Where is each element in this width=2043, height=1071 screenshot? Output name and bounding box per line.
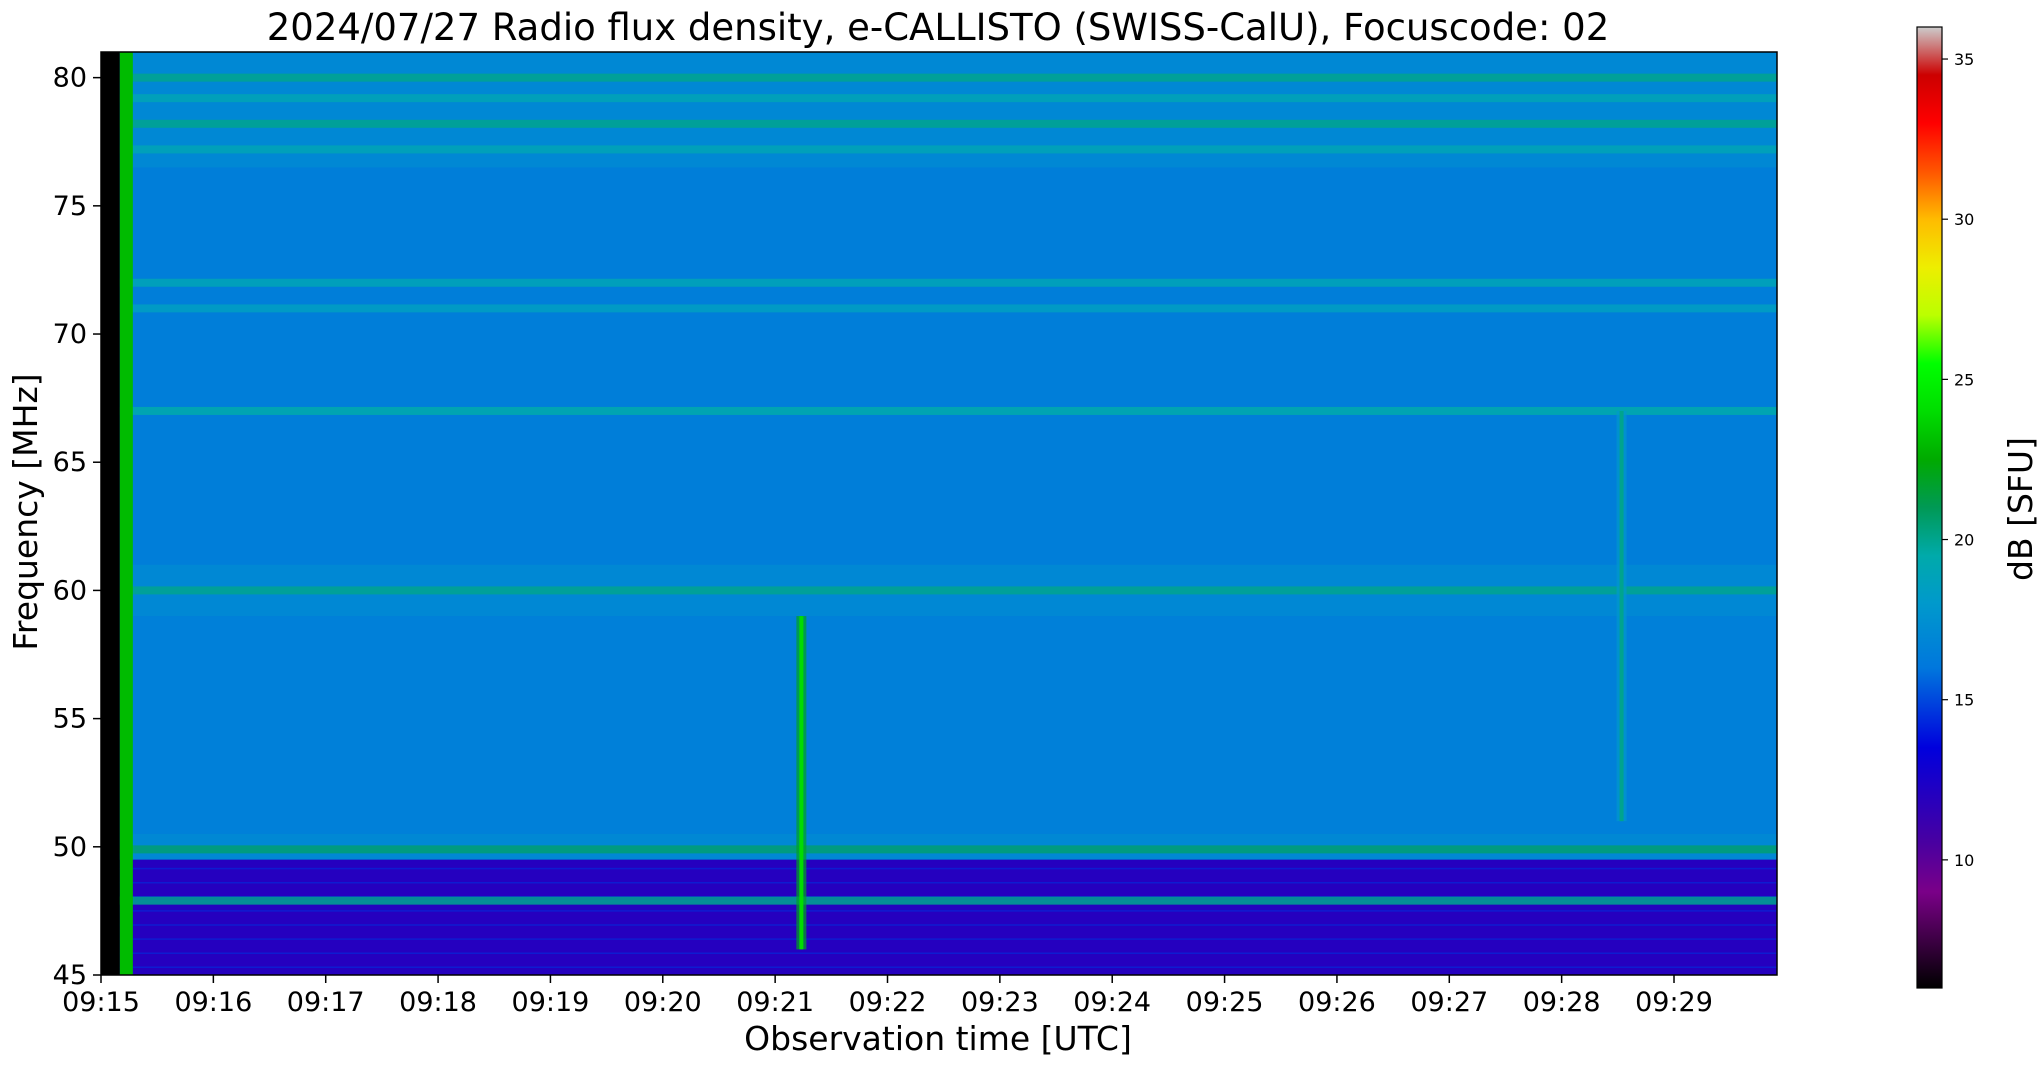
x-axis: 09:15 09:16 09:17 09:18 09:19 09:20 09:21 09:22… bbox=[62, 975, 1713, 1018]
x-axis-label: Observation time [UTC] bbox=[744, 1019, 1132, 1058]
y-tick-label-7: 80 bbox=[53, 63, 87, 94]
x-tick-label-1: 09:16 bbox=[174, 987, 252, 1018]
event-1 bbox=[1619, 410, 1624, 822]
colorbar-tick-label-1: 15 bbox=[1954, 691, 1974, 710]
x-tick-label-14: 09:29 bbox=[1635, 987, 1713, 1018]
y-tick-label-1: 50 bbox=[53, 832, 87, 863]
horizontal-band-8 bbox=[101, 845, 1777, 854]
chart-title: 2024/07/27 Radio flux density, e-CALLIST… bbox=[267, 6, 1610, 49]
colorbar-tick-label-0: 10 bbox=[1954, 851, 1974, 870]
horizontal-band-4 bbox=[101, 278, 1777, 287]
upper-band-shading bbox=[101, 167, 1777, 565]
x-tick-label-8: 09:23 bbox=[961, 987, 1039, 1018]
colorbar: 10 15 20 25 30 35 dB [SFU] bbox=[1916, 26, 2040, 989]
colorbar-tick-label-5: 35 bbox=[1954, 50, 1974, 69]
plot-area bbox=[101, 52, 1777, 975]
colorbar-tick-label-3: 25 bbox=[1954, 370, 1974, 389]
y-tick-label-0: 45 bbox=[53, 960, 87, 991]
x-tick-label-13: 09:28 bbox=[1523, 987, 1601, 1018]
no-data-region bbox=[101, 52, 120, 975]
x-tick-label-11: 09:26 bbox=[1298, 987, 1376, 1018]
colorbar-tick-label-2: 20 bbox=[1954, 531, 1974, 550]
horizontal-band-0 bbox=[101, 73, 1777, 82]
colorbar-label: dB [SFU] bbox=[2001, 437, 2040, 581]
horizontal-band-1 bbox=[101, 94, 1777, 103]
x-tick-label-6: 09:21 bbox=[736, 987, 814, 1018]
y-axis-label: Frequency [MHz] bbox=[6, 373, 45, 650]
colorbar-ticks: 10 15 20 25 30 35 bbox=[1942, 50, 1974, 870]
colorbar-tick-label-4: 30 bbox=[1954, 210, 1974, 229]
y-tick-label-5: 70 bbox=[53, 319, 87, 350]
mid-band-shading bbox=[101, 616, 1777, 834]
startup-column bbox=[119, 52, 133, 975]
x-tick-label-4: 09:19 bbox=[512, 987, 590, 1018]
event-0 bbox=[799, 616, 804, 950]
spectrogram-chart: 2024/07/27 Radio flux density, e-CALLIST… bbox=[0, 0, 2043, 1067]
horizontal-band-6 bbox=[101, 406, 1777, 415]
x-tick-label-12: 09:27 bbox=[1410, 987, 1488, 1018]
x-tick-label-2: 09:17 bbox=[287, 987, 365, 1018]
horizontal-band-9 bbox=[101, 896, 1777, 905]
y-axis: 45 50 55 60 65 70 75 80 bbox=[53, 63, 101, 991]
chart-svg: 2024/07/27 Radio flux density, e-CALLIST… bbox=[6, 6, 2040, 1058]
y-tick-label-3: 60 bbox=[53, 575, 87, 606]
low-frequency-region bbox=[101, 859, 1777, 975]
horizontal-band-5 bbox=[101, 304, 1777, 313]
y-tick-label-4: 65 bbox=[53, 447, 87, 478]
horizontal-band-2 bbox=[101, 119, 1777, 128]
x-tick-label-0: 09:15 bbox=[62, 987, 140, 1018]
x-tick-label-10: 09:25 bbox=[1186, 987, 1264, 1018]
horizontal-band-3 bbox=[101, 145, 1777, 154]
x-tick-label-7: 09:22 bbox=[849, 987, 927, 1018]
colorbar-gradient bbox=[1916, 26, 1943, 989]
y-tick-label-6: 75 bbox=[53, 191, 87, 222]
x-tick-label-5: 09:20 bbox=[624, 987, 702, 1018]
x-tick-label-3: 09:18 bbox=[399, 987, 477, 1018]
x-tick-label-9: 09:24 bbox=[1073, 987, 1151, 1018]
y-tick-label-2: 55 bbox=[53, 704, 87, 735]
horizontal-band-7 bbox=[101, 586, 1777, 595]
